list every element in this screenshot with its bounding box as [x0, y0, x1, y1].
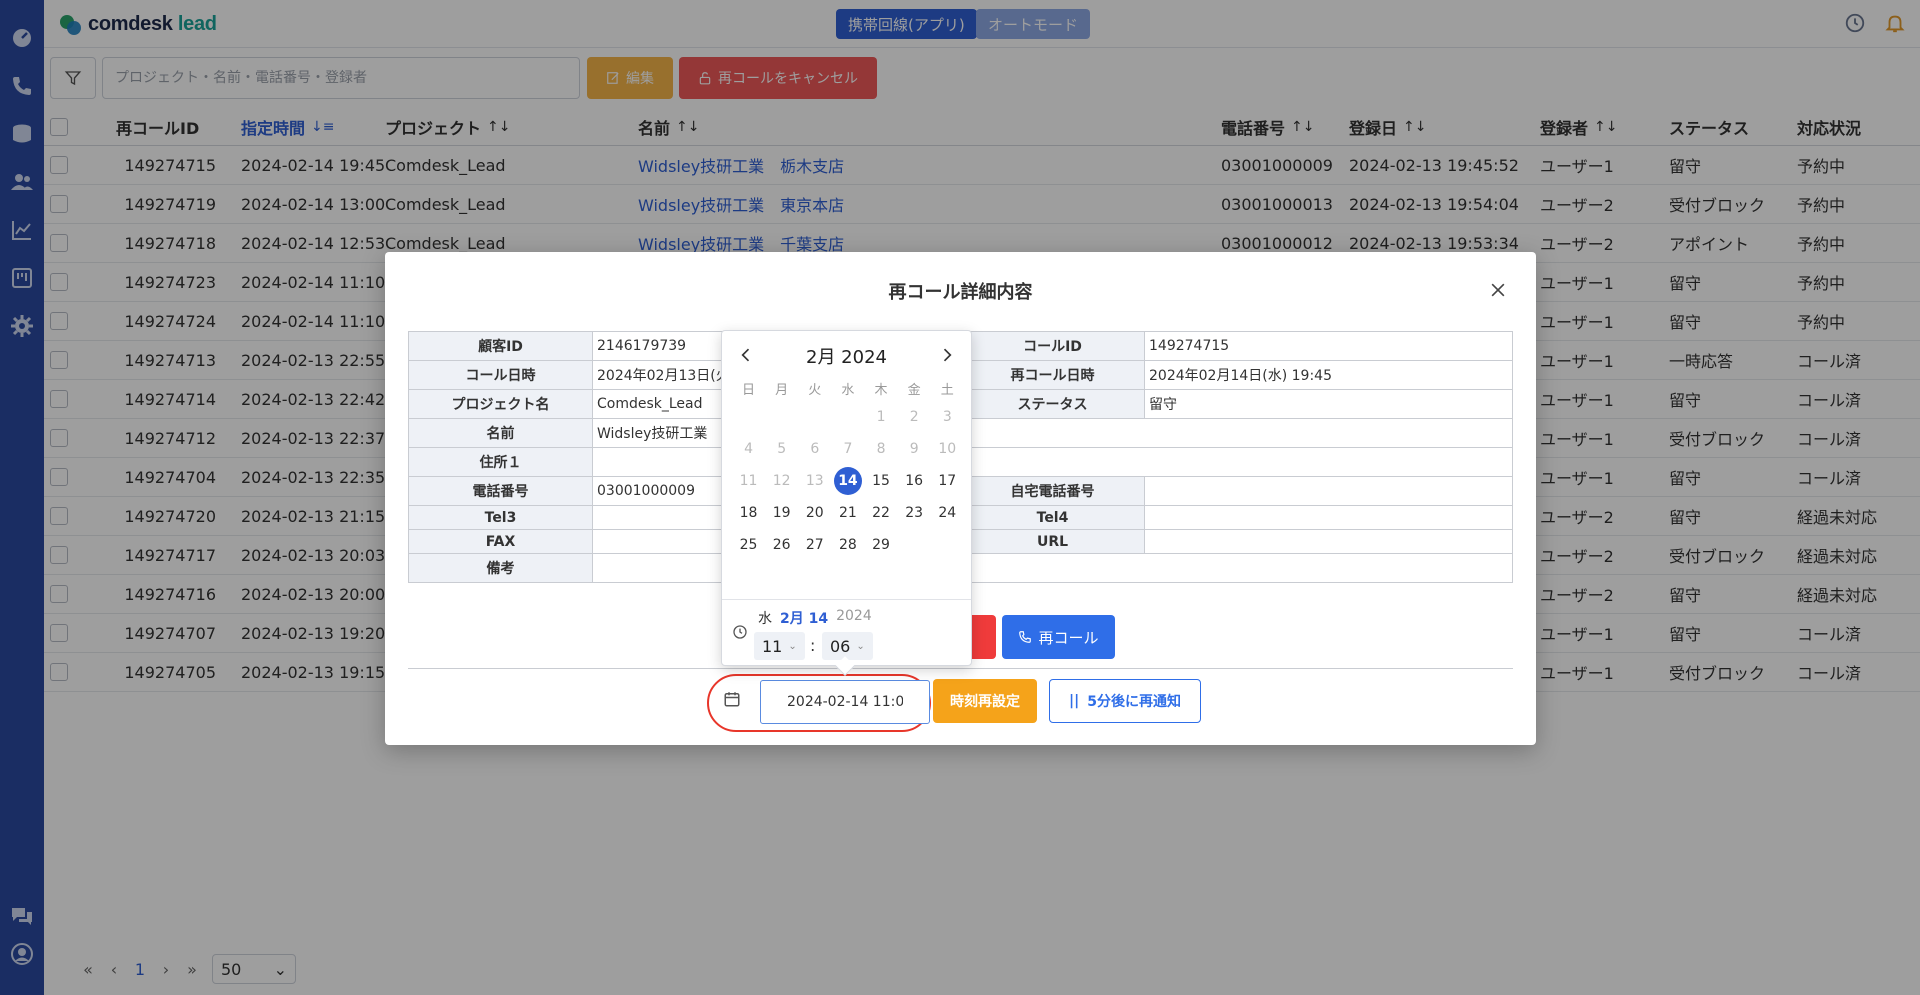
label-address1: 住所１: [408, 447, 593, 477]
hour-select[interactable]: 11 ⌄: [754, 632, 805, 660]
label-call-id: コールID: [960, 331, 1145, 361]
picker-month-label: 2月 2024: [806, 347, 887, 368]
label-name: 名前: [408, 418, 593, 448]
value-call-id: 149274715: [1144, 331, 1513, 361]
calendar-grid: 日月火水木金土 1 2 3 4 5 6 7 8 9 10 11 12 13 14 15 16 17 18 19 20 21…: [732, 375, 964, 561]
calendar-day: 13: [805, 473, 824, 489]
time-separator: :: [810, 636, 816, 655]
calendar-day: 5: [777, 441, 787, 457]
picker-footer-monthday: 2月 14: [780, 611, 829, 627]
calendar-day[interactable]: 14: [831, 467, 864, 495]
weekday-label: 日: [742, 382, 756, 398]
value-url: [1144, 529, 1513, 554]
chevron-down-icon: ⌄: [856, 640, 865, 652]
picker-footer-year: 2024: [836, 608, 872, 624]
weekday-label: 金: [907, 382, 921, 398]
weekday-label: 木: [874, 382, 888, 398]
label-recall-datetime: 再コール日時: [960, 360, 1145, 390]
weekday-label: 火: [808, 382, 822, 398]
datetime-picker: 2月 2024 日月火水木金土 1 2 3 4 5 6 7 8 9 10 11 12 13 14 15 16 17…: [721, 330, 972, 666]
calendar-day[interactable]: 17: [931, 473, 964, 489]
calendar-day: 3: [942, 409, 952, 425]
picker-selected-date: 水 2月 14 2024: [758, 608, 872, 628]
label-call-datetime: コール日時: [408, 360, 593, 390]
calendar-day: 9: [909, 441, 919, 457]
minute-select[interactable]: 06 ⌄: [822, 632, 873, 660]
label-tel3: Tel3: [408, 505, 593, 530]
label-tel4: Tel4: [960, 505, 1145, 530]
value-tel4: [1144, 505, 1513, 530]
calendar-day: 4: [744, 441, 754, 457]
calendar-day[interactable]: 24: [931, 505, 964, 521]
label-fax: FAX: [408, 529, 593, 554]
calendar-day[interactable]: 26: [765, 537, 798, 553]
label-phone: 電話番号: [408, 476, 593, 506]
recall-button[interactable]: 再コール: [1002, 615, 1115, 659]
calendar-day[interactable]: 18: [732, 505, 765, 521]
calendar-day: 11: [739, 473, 758, 489]
phone-icon: [1019, 631, 1032, 643]
recall-button-label: 再コール: [1038, 628, 1099, 647]
recall-datetime-input[interactable]: [760, 680, 930, 724]
calendar-day[interactable]: 19: [765, 505, 798, 521]
calendar-day: 2: [909, 409, 919, 425]
calendar-day[interactable]: 15: [865, 473, 898, 489]
label-memo: 備考: [408, 553, 593, 583]
calendar-day: 10: [938, 441, 957, 457]
modal-title: 再コール詳細内容: [888, 282, 1033, 303]
reset-time-button[interactable]: 時刻再設定: [933, 679, 1037, 723]
calendar-icon[interactable]: [723, 690, 745, 712]
calendar-day[interactable]: 16: [898, 473, 931, 489]
calendar-day[interactable]: 29: [865, 537, 898, 553]
chevron-down-icon: ⌄: [788, 640, 797, 652]
pause-icon: ||: [1069, 693, 1080, 709]
picker-footer-weekday: 水: [758, 611, 772, 627]
weekday-label: 土: [940, 382, 954, 398]
calendar-day: 12: [772, 473, 791, 489]
snooze-button-label: 5分後に再通知: [1087, 694, 1181, 710]
value-home-phone: [1144, 476, 1513, 506]
chevron-right-icon[interactable]: [937, 345, 957, 365]
modal-divider: [408, 668, 1513, 669]
calendar-day[interactable]: 28: [831, 537, 864, 553]
snooze-5min-button[interactable]: || 5分後に再通知: [1049, 679, 1201, 723]
label-home-phone: 自宅電話番号: [960, 476, 1145, 506]
calendar-day: 7: [843, 441, 853, 457]
calendar-day[interactable]: 25: [732, 537, 765, 553]
hour-value: 11: [762, 636, 783, 656]
clock-icon: [732, 624, 748, 640]
value-recall-datetime: 2024年02月14日(水) 19:45: [1144, 360, 1513, 390]
calendar-day[interactable]: 27: [798, 537, 831, 553]
calendar-day[interactable]: 20: [798, 505, 831, 521]
calendar-day: 8: [876, 441, 886, 457]
label-status: ステータス: [960, 389, 1145, 419]
calendar-day[interactable]: 21: [831, 505, 864, 521]
calendar-day[interactable]: 22: [865, 505, 898, 521]
weekday-label: 月: [775, 382, 789, 398]
calendar-day[interactable]: 23: [898, 505, 931, 521]
calendar-day-selected[interactable]: 14: [833, 467, 862, 495]
close-icon[interactable]: [1488, 280, 1508, 300]
calendar-day: 1: [876, 409, 886, 425]
label-customer-id: 顧客ID: [408, 331, 593, 361]
weekday-label: 水: [841, 382, 855, 398]
calendar-day: 6: [810, 441, 820, 457]
minute-value: 06: [830, 636, 851, 656]
value-status: 留守: [1144, 389, 1513, 419]
label-url: URL: [960, 529, 1145, 554]
label-project-name: プロジェクト名: [408, 389, 593, 419]
